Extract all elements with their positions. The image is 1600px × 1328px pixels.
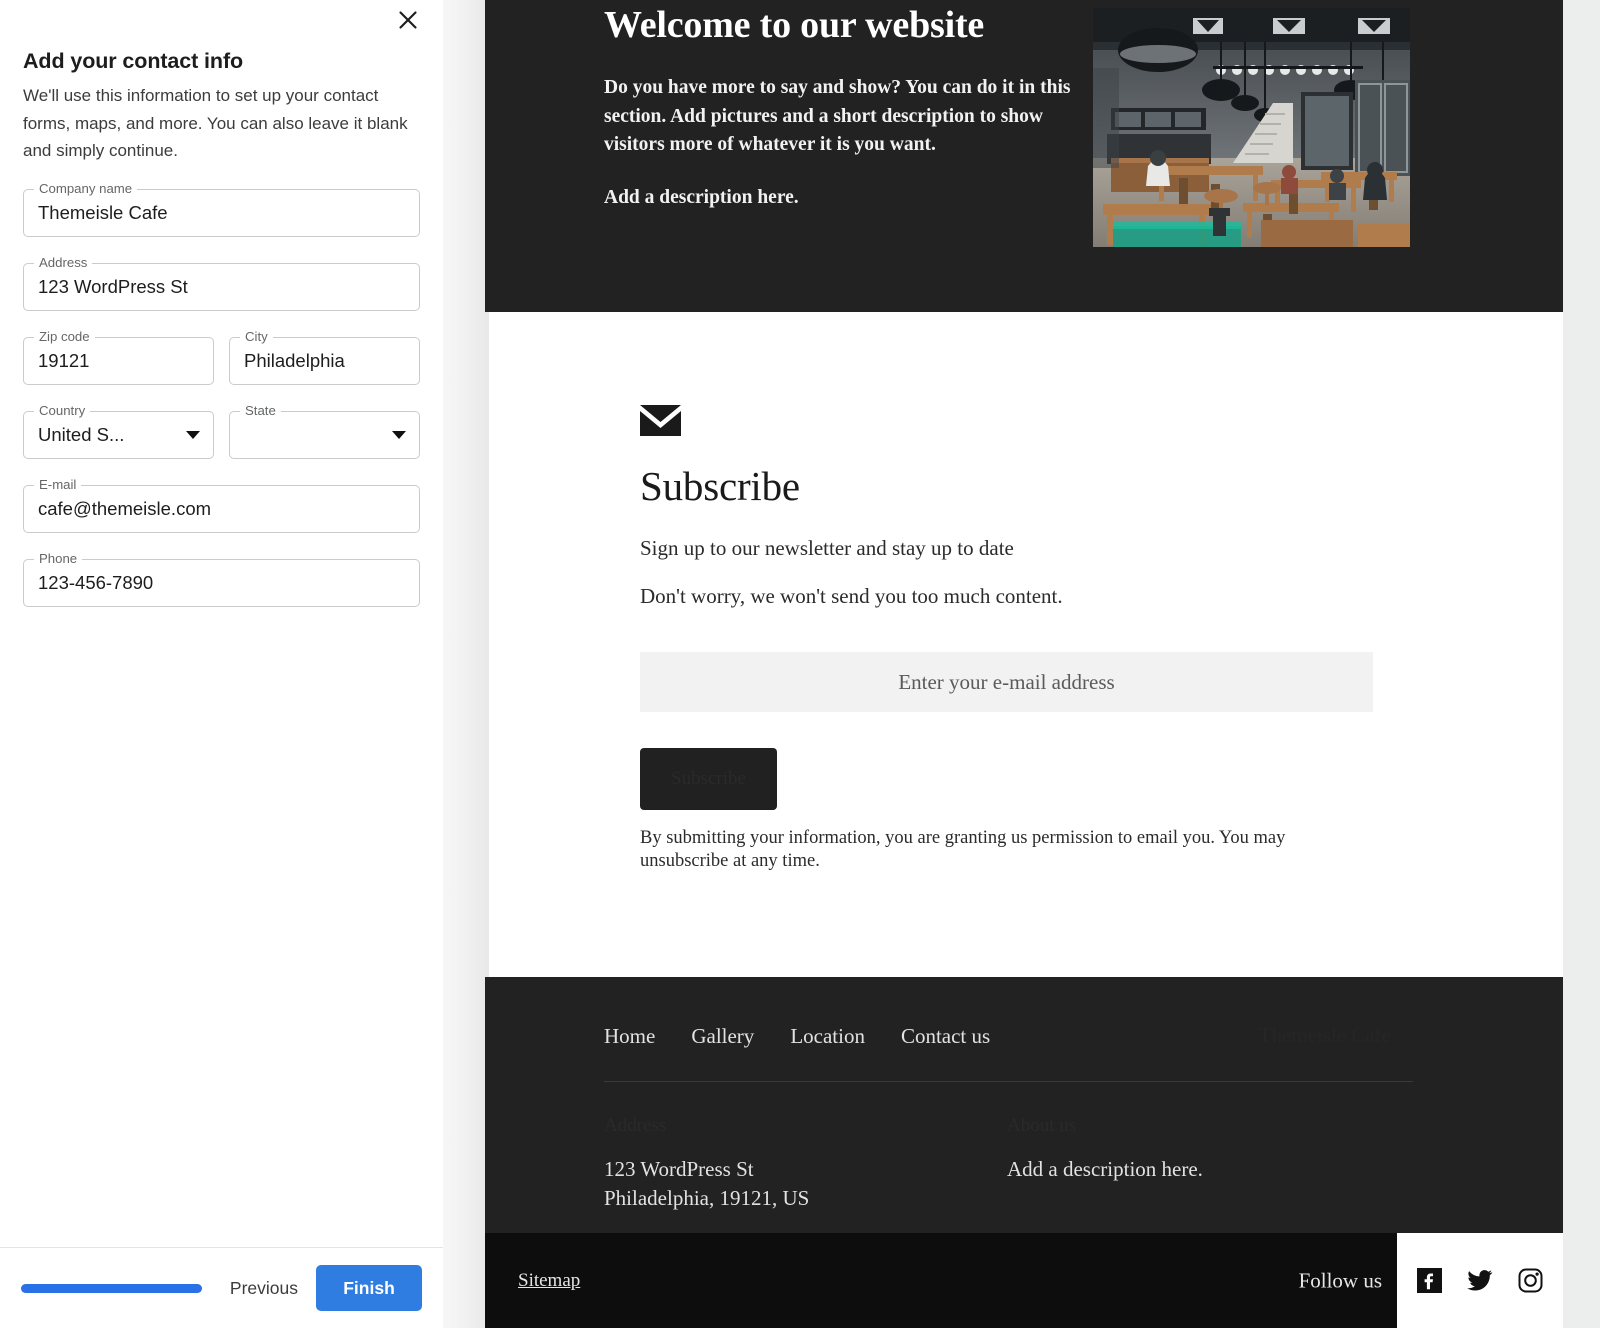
phone-input[interactable]: 123-456-7890 xyxy=(38,572,153,594)
close-row xyxy=(23,0,420,44)
address-input[interactable]: 123 WordPress St xyxy=(38,276,188,298)
cafe-interior-photo xyxy=(1093,8,1410,247)
company-name-input[interactable]: Themeisle Cafe xyxy=(38,202,168,224)
instagram-icon[interactable] xyxy=(1517,1267,1544,1294)
country-state-row: Country United S... State xyxy=(23,411,420,485)
field-label: E-mail xyxy=(34,477,81,493)
footer-columns: Address 123 WordPress St Philadelphia, 1… xyxy=(604,1115,1563,1213)
footer-address-text: 123 WordPress St Philadelphia, 19121, US xyxy=(604,1155,1007,1213)
field-label: City xyxy=(240,329,273,345)
footer-nav-location[interactable]: Location xyxy=(790,1024,865,1049)
page-title: Add your contact info xyxy=(23,49,420,74)
zip-city-row: Zip code 19121 City Philadelphia xyxy=(23,337,420,411)
footer-column-about: About us Add a description here. xyxy=(1007,1115,1410,1213)
field-country[interactable]: Country United S... xyxy=(23,411,214,459)
progress-bar-fill xyxy=(21,1284,202,1293)
wizard-screen: Add your contact info We'll use this inf… xyxy=(0,0,1600,1328)
footer-brand: Themeisle Cafe xyxy=(1259,1023,1391,1048)
city-input[interactable]: Philadelphia xyxy=(244,350,345,372)
previous-button[interactable]: Previous xyxy=(220,1270,308,1307)
footer-divider xyxy=(604,1081,1413,1082)
field-label: Phone xyxy=(34,551,82,567)
hero-paragraph: Do you have more to say and show? You ca… xyxy=(604,74,1074,160)
close-icon[interactable] xyxy=(392,4,424,36)
footer-bottom-bar: Sitemap Follow us xyxy=(485,1233,1563,1328)
contact-info-panel: Add your contact info We'll use this inf… xyxy=(0,0,443,1328)
chevron-down-icon[interactable] xyxy=(186,431,200,439)
contact-form: Company name Themeisle Cafe Address 123 … xyxy=(23,189,420,607)
page-description: We'll use this information to set up you… xyxy=(23,82,415,165)
follow-us-label: Follow us xyxy=(1299,1268,1382,1293)
email-input[interactable]: cafe@themeisle.com xyxy=(38,498,211,520)
field-phone[interactable]: Phone 123-456-7890 xyxy=(23,559,420,607)
hero-title: Welcome to our website xyxy=(604,2,1074,48)
field-label: Zip code xyxy=(34,329,95,345)
chevron-down-icon[interactable] xyxy=(392,431,406,439)
field-label: State xyxy=(240,403,281,419)
subscribe-submit-button[interactable]: Subscribe xyxy=(640,748,777,810)
site-footer: Home Gallery Location Contact us Themeis… xyxy=(485,977,1563,1233)
field-city[interactable]: City Philadelphia xyxy=(229,337,420,385)
field-email[interactable]: E-mail cafe@themeisle.com xyxy=(23,485,420,533)
footer-column-address: Address 123 WordPress St Philadelphia, 1… xyxy=(604,1115,1007,1213)
footer-nav: Home Gallery Location Contact us xyxy=(604,1024,1563,1049)
progress-bar-track xyxy=(21,1284,202,1293)
subscribe-email-input[interactable]: Enter your e-mail address xyxy=(640,652,1373,712)
panel-body: Add your contact info We'll use this inf… xyxy=(0,0,443,1247)
field-company-name[interactable]: Company name Themeisle Cafe xyxy=(23,189,420,237)
site-preview: Welcome to our website Do you have more … xyxy=(485,0,1563,1328)
envelope-icon xyxy=(640,405,681,436)
hero-section: Welcome to our website Do you have more … xyxy=(485,0,1563,312)
subscribe-section: Subscribe Sign up to our newsletter and … xyxy=(485,312,1563,977)
subscribe-heading: Subscribe xyxy=(640,462,1563,510)
field-address[interactable]: Address 123 WordPress St xyxy=(23,263,420,311)
footer-nav-contact-us[interactable]: Contact us xyxy=(901,1024,990,1049)
finish-button[interactable]: Finish xyxy=(316,1265,422,1311)
zip-code-input[interactable]: 19121 xyxy=(38,350,89,372)
sitemap-link[interactable]: Sitemap xyxy=(518,1270,580,1292)
field-label: Company name xyxy=(34,181,137,197)
wizard-footer: Previous Finish xyxy=(0,1247,443,1328)
social-links xyxy=(1397,1233,1563,1328)
hero-paragraph-2: Add a description here. xyxy=(604,184,1074,212)
footer-nav-gallery[interactable]: Gallery xyxy=(691,1024,754,1049)
hero-text: Welcome to our website Do you have more … xyxy=(604,0,1074,212)
panel-gutter xyxy=(443,0,485,1328)
footer-column-heading: About us xyxy=(1007,1115,1410,1137)
footer-column-heading: Address xyxy=(604,1115,1007,1137)
facebook-icon[interactable] xyxy=(1416,1267,1443,1294)
field-zip-code[interactable]: Zip code 19121 xyxy=(23,337,214,385)
twitter-icon[interactable] xyxy=(1466,1267,1494,1294)
subscribe-consent-note: By submitting your information, you are … xyxy=(640,827,1358,873)
subscribe-line-1: Sign up to our newsletter and stay up to… xyxy=(640,536,1563,561)
footer-about-text: Add a description here. xyxy=(1007,1155,1410,1184)
field-label: Country xyxy=(34,403,90,419)
field-state[interactable]: State xyxy=(229,411,420,459)
footer-nav-home[interactable]: Home xyxy=(604,1024,655,1049)
country-select-value[interactable]: United S... xyxy=(38,424,124,446)
field-label: Address xyxy=(34,255,92,271)
subscribe-line-2: Don't worry, we won't send you too much … xyxy=(640,584,1563,609)
